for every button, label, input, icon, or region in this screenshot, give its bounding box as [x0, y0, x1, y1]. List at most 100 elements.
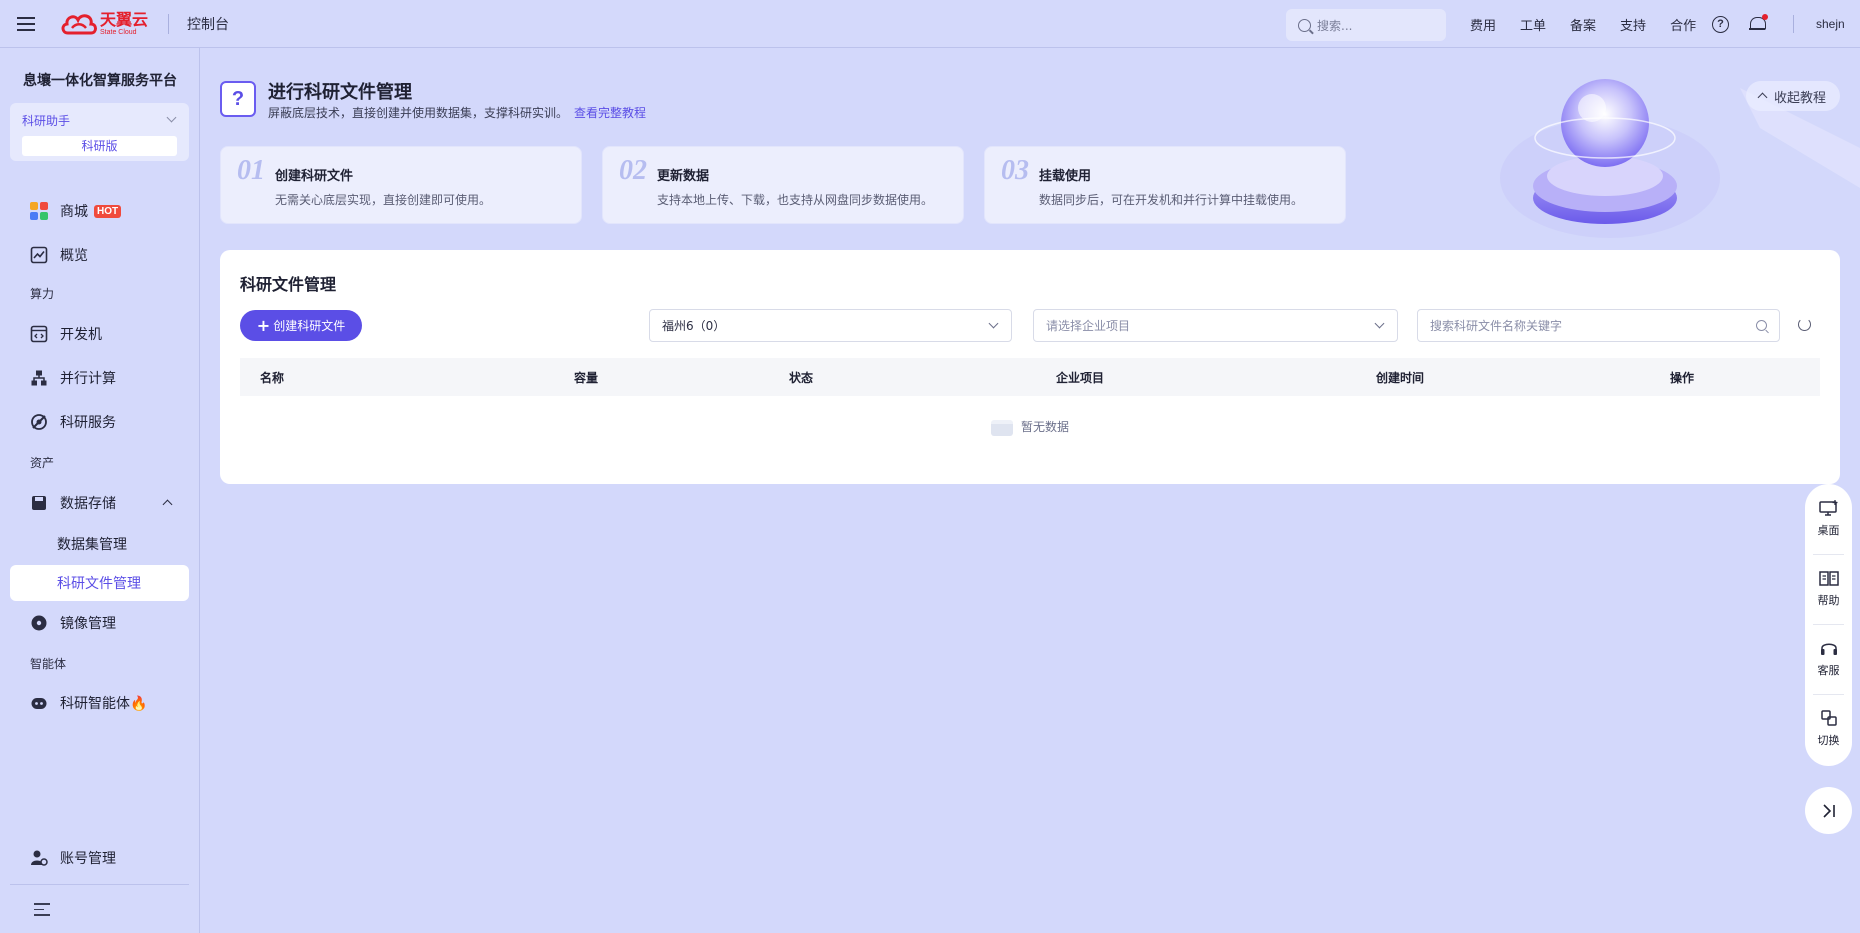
chevron-down-icon: [166, 112, 177, 123]
divider: [10, 884, 189, 885]
help-icon[interactable]: ?: [1712, 15, 1729, 33]
intro-desc-text: 屏蔽底层技术，直接创建并使用数据集，支撑科研实训。: [268, 106, 569, 120]
service-label: 客服: [1817, 664, 1840, 677]
sidebar-item-parallel[interactable]: 并行计算: [10, 360, 189, 396]
intro-title: 进行科研文件管理: [268, 82, 412, 103]
chevron-up-icon: [162, 499, 173, 510]
refresh-icon[interactable]: [1798, 318, 1811, 331]
sidebar-item-label: 科研智能体🔥: [60, 696, 148, 712]
main-content: ? 进行科研文件管理 屏蔽底层技术，直接创建并使用数据集，支撑科研实训。 查看完整…: [200, 48, 1860, 933]
desktop-label: 桌面: [1817, 524, 1840, 537]
region-value: 福州6（0）: [662, 319, 726, 333]
search-icon[interactable]: [1756, 320, 1767, 331]
intro-description: 屏蔽底层技术，直接创建并使用数据集，支撑科研实训。 查看完整教程: [268, 104, 646, 121]
sidebar-item-research-service[interactable]: 科研服务: [10, 404, 189, 440]
chevron-down-icon: [1374, 318, 1385, 329]
switch-label: 切换: [1817, 734, 1840, 747]
step-title: 创建科研文件: [275, 169, 354, 184]
empty-box-icon: [990, 419, 1013, 436]
storage-icon: [32, 496, 46, 510]
sidebar-item-image-mgmt[interactable]: 镜像管理: [10, 605, 189, 641]
sidebar-item-label: 商城: [60, 204, 88, 220]
sidebar: 息壤一体化智算服务平台 科研助手 科研版 商城 HOT 概览 算力 开发机 并行…: [0, 48, 200, 933]
sidebar-item-agent[interactable]: 科研智能体🔥: [10, 685, 189, 721]
sidebar-item-storage[interactable]: 数据存储: [10, 485, 189, 521]
sidebar-item-label: 并行计算: [60, 371, 116, 387]
user-settings-icon: [31, 850, 48, 866]
step-desc: 数据同步后，可在开发机和并行计算中挂载使用。: [1039, 193, 1304, 207]
table-header: 名称 容量 状态 企业项目 创建时间 操作: [240, 358, 1820, 396]
settings-service-icon: [31, 414, 47, 430]
help-button[interactable]: 帮助: [1805, 554, 1852, 624]
sidebar-item-file-mgmt[interactable]: 科研文件管理: [10, 565, 189, 601]
create-file-button[interactable]: + 创建科研文件: [240, 310, 362, 341]
monitor-icon: [1818, 500, 1837, 516]
chart-icon: [30, 246, 48, 264]
book-icon: [1818, 571, 1839, 586]
tutorial-link[interactable]: 查看完整教程: [574, 106, 646, 120]
file-search-input[interactable]: [1417, 309, 1780, 342]
collapse-right-icon: [1822, 803, 1835, 818]
logo-subtext: State Cloud: [100, 28, 137, 36]
column-header-status: 状态: [789, 371, 814, 385]
empty-state: 暂无数据: [220, 418, 1840, 436]
nav-link-partner[interactable]: 合作: [1670, 15, 1696, 34]
sidebar-item-account[interactable]: 账号管理: [10, 840, 189, 876]
search-icon: [1298, 18, 1311, 32]
help-label: 帮助: [1817, 594, 1840, 607]
global-search-input[interactable]: 搜索...: [1286, 9, 1446, 41]
empty-text: 暂无数据: [1020, 420, 1069, 434]
switch-button[interactable]: 切换: [1805, 694, 1852, 764]
column-header-capacity: 容量: [574, 371, 599, 385]
desktop-button[interactable]: 桌面: [1805, 484, 1852, 554]
sidebar-item-overview[interactable]: 概览: [10, 237, 189, 273]
step-title: 更新数据: [657, 169, 710, 184]
nav-link-support[interactable]: 支持: [1620, 15, 1646, 34]
logo[interactable]: 天翼云 State Cloud: [52, 0, 148, 48]
create-file-label: 创建科研文件: [273, 319, 346, 333]
sidebar-item-label: 科研服务: [60, 415, 116, 431]
step-number: 02: [619, 155, 647, 186]
sidebar-item-label: 开发机: [60, 327, 102, 343]
search-placeholder: 搜索...: [1317, 18, 1353, 33]
headset-icon: [1820, 643, 1837, 655]
code-icon: [30, 325, 48, 343]
assistant-label: 科研助手: [22, 114, 71, 128]
step-number: 03: [1001, 155, 1029, 186]
region-select[interactable]: 福州6（0）: [649, 309, 1012, 342]
step-desc: 无需关心底层实现，直接创建即可使用。: [275, 193, 492, 207]
bell-icon[interactable]: [1749, 14, 1768, 33]
edition-badge: 科研版: [22, 136, 177, 156]
customer-service-button[interactable]: 客服: [1805, 624, 1852, 694]
column-header-name: 名称: [260, 371, 285, 385]
console-title[interactable]: 控制台: [187, 14, 229, 34]
collapse-sidebar-icon[interactable]: [34, 903, 50, 917]
sidebar-item-label: 账号管理: [60, 851, 116, 867]
collapse-tutorial-button[interactable]: 收起教程: [1745, 81, 1840, 111]
chevron-down-icon: [988, 318, 999, 329]
project-placeholder: 请选择企业项目: [1046, 319, 1131, 333]
project-select[interactable]: 请选择企业项目: [1033, 309, 1398, 342]
collapse-tutorial-label: 收起教程: [1773, 90, 1826, 106]
sidebar-item-label: 科研文件管理: [57, 576, 141, 592]
section-agent: 智能体: [30, 657, 67, 671]
section-assets: 资产: [30, 456, 55, 470]
column-header-created: 创建时间: [1376, 371, 1425, 385]
question-icon: ?: [220, 81, 256, 117]
section-compute: 算力: [30, 287, 55, 301]
sidebar-item-label: 数据存储: [60, 496, 116, 512]
file-management-panel: 科研文件管理 + 创建科研文件 福州6（0） 请选择企业项目 名称 容量 状态 …: [220, 250, 1840, 484]
assistant-selector[interactable]: 科研助手 科研版: [10, 103, 189, 161]
sidebar-item-dataset-mgmt[interactable]: 数据集管理: [10, 526, 189, 562]
step-card: 02 更新数据 支持本地上传、下载，也支持从网盘同步数据使用。: [602, 146, 964, 224]
nav-link-billing[interactable]: 费用: [1470, 15, 1496, 34]
menu-icon[interactable]: [0, 0, 52, 48]
nav-link-filing[interactable]: 备案: [1570, 15, 1596, 34]
sidebar-item-devbox[interactable]: 开发机: [10, 316, 189, 352]
step-desc: 支持本地上传、下载，也支持从网盘同步数据使用。: [657, 193, 934, 207]
sidebar-item-store[interactable]: 商城 HOT: [10, 193, 189, 229]
nav-link-tickets[interactable]: 工单: [1520, 15, 1546, 34]
collapse-right-button[interactable]: [1805, 787, 1852, 834]
cloud-logo-icon: [61, 13, 97, 34]
user-name[interactable]: shejn: [1816, 17, 1845, 31]
